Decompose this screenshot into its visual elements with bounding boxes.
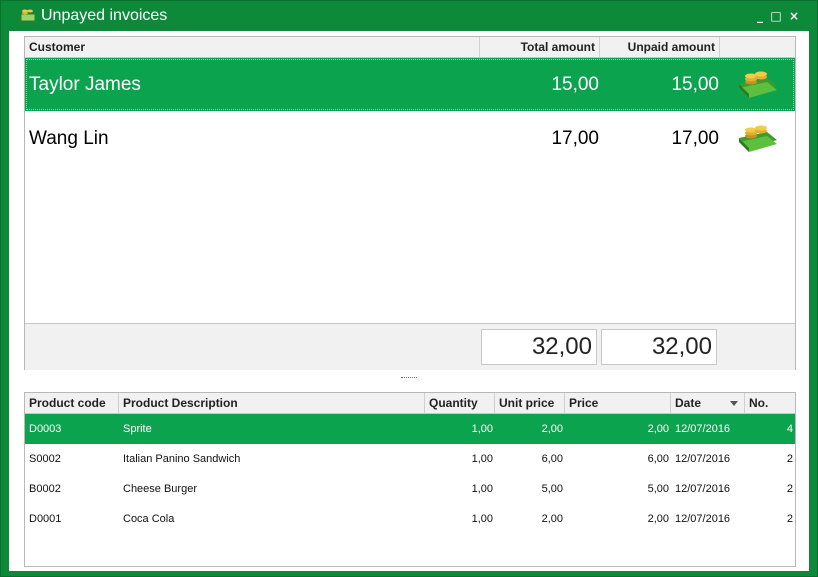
product-quantity: 1,00 [471,513,493,525]
column-header-total-amount[interactable]: Total amount [480,37,600,58]
customer-unpaid: 15,00 [671,74,719,95]
column-header-no[interactable]: No. [745,393,795,414]
customer-unpaid: 17,00 [671,128,719,149]
unpaid-amount-sum: 32,00 [601,329,717,365]
column-header-date[interactable]: Date [671,393,745,414]
customer-name: Taylor James [29,74,141,95]
product-quantity: 1,00 [471,483,493,495]
products-grid: Product code Product Description Quantit… [24,392,796,567]
sort-descending-icon [730,401,738,406]
window: Unpayed invoices _ □ × Customer Total am… [0,0,818,577]
minimize-icon[interactable]: _ [753,9,767,23]
product-code: D0001 [29,513,62,525]
product-quantity: 1,00 [471,453,493,465]
product-no: 2 [786,513,793,525]
product-no: 2 [786,453,793,465]
product-no: 2 [786,483,793,495]
money-icon[interactable] [737,68,779,100]
column-header-unit-price[interactable]: Unit price [495,393,565,414]
product-row[interactable]: S0002 Italian Panino Sandwich 1,00 6,00 … [25,444,795,474]
customer-total: 17,00 [551,128,599,149]
maximize-icon[interactable]: □ [769,9,783,23]
column-header-quantity[interactable]: Quantity [425,393,495,414]
product-price: 2,00 [647,423,669,435]
client-area: Customer Total amount Unpaid amount Tayl… [9,31,809,571]
customers-grid: Customer Total amount Unpaid amount Tayl… [24,36,796,370]
column-header-customer[interactable]: Customer [25,37,480,58]
product-unit-price: 6,00 [541,453,563,465]
product-code: B0002 [29,483,61,495]
product-price: 5,00 [647,483,669,495]
close-icon[interactable]: × [787,9,801,23]
product-row[interactable]: D0001 Coca Cola 1,00 2,00 2,00 12/07/201… [25,504,795,534]
money-icon[interactable] [737,122,779,154]
product-description: Sprite [123,423,152,435]
product-description: Coca Cola [123,513,175,525]
column-header-product-description[interactable]: Product Description [119,393,425,414]
customer-total: 15,00 [551,74,599,95]
product-no: 4 [786,423,793,435]
product-code: D0003 [29,423,62,435]
total-amount-sum: 32,00 [481,329,597,365]
column-header-price[interactable]: Price [565,393,671,414]
money-icon [20,9,36,22]
column-header-unpaid-amount[interactable]: Unpaid amount [600,37,720,58]
product-row[interactable]: D0003 Sprite 1,00 2,00 2,00 12/07/2016 4 [25,414,795,444]
product-description: Italian Panino Sandwich [123,453,241,465]
product-quantity: 1,00 [471,423,493,435]
product-unit-price: 5,00 [541,483,563,495]
customers-totals-footer: 32,00 32,00 [25,323,795,370]
product-date: 12/07/2016 [675,513,731,525]
title-bar[interactable]: Unpayed invoices _ □ × [1,1,817,31]
column-header-product-code[interactable]: Product code [25,393,119,414]
column-header-date-label: Date [675,396,702,410]
product-date: 12/07/2016 [675,483,731,495]
product-row[interactable]: B0002 Cheese Burger 1,00 5,00 5,00 12/07… [25,474,795,504]
customer-row[interactable]: Taylor James 15,00 15,00 [25,58,795,111]
product-price: 2,00 [647,513,669,525]
product-date: 12/07/2016 [675,423,731,435]
splitter-handle[interactable] [401,377,417,382]
column-header-action [720,37,795,58]
product-unit-price: 2,00 [541,423,563,435]
window-title: Unpayed invoices [41,7,168,24]
product-date: 12/07/2016 [675,453,731,465]
product-code: S0002 [29,453,61,465]
product-price: 6,00 [647,453,669,465]
product-unit-price: 2,00 [541,513,563,525]
customer-row[interactable]: Wang Lin 17,00 17,00 [25,112,795,165]
customer-name: Wang Lin [29,128,109,149]
product-description: Cheese Burger [123,483,197,495]
